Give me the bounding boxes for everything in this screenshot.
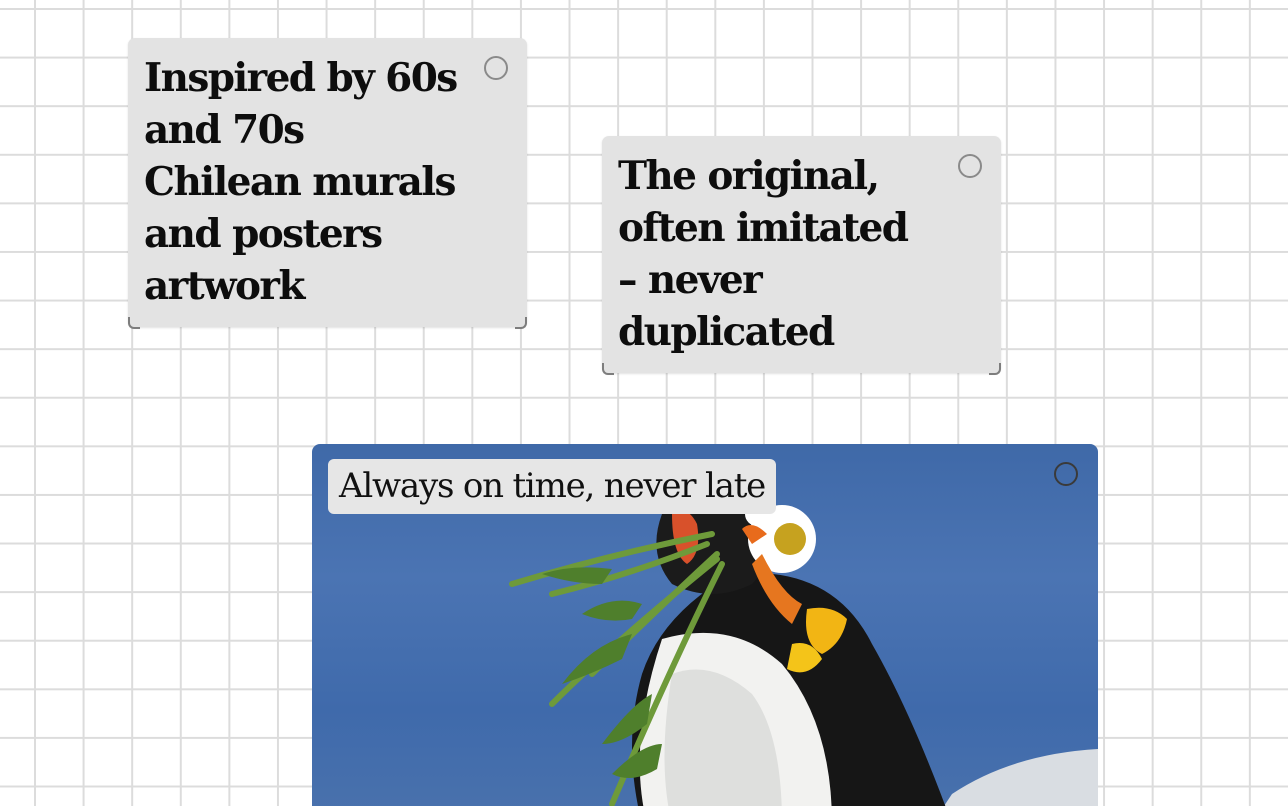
resize-handle-left[interactable] [128, 317, 140, 329]
resize-handle-right[interactable] [989, 363, 1001, 375]
photo-caption: Always on time, never late [328, 459, 777, 514]
card-text: Inspired by 60s and 70s Chilean murals a… [144, 55, 458, 309]
card-text: The original, often imitated – never dup… [618, 153, 909, 355]
resize-handle-left[interactable] [602, 363, 614, 375]
select-circle-icon[interactable] [958, 154, 982, 178]
photo-card[interactable]: Always on time, never late [312, 444, 1098, 806]
text-card-1[interactable]: Inspired by 60s and 70s Chilean murals a… [128, 38, 527, 329]
select-circle-icon[interactable] [1054, 462, 1078, 486]
select-circle-icon[interactable] [484, 56, 508, 80]
resize-handle-right[interactable] [515, 317, 527, 329]
text-card-2[interactable]: The original, often imitated – never dup… [602, 136, 1001, 375]
